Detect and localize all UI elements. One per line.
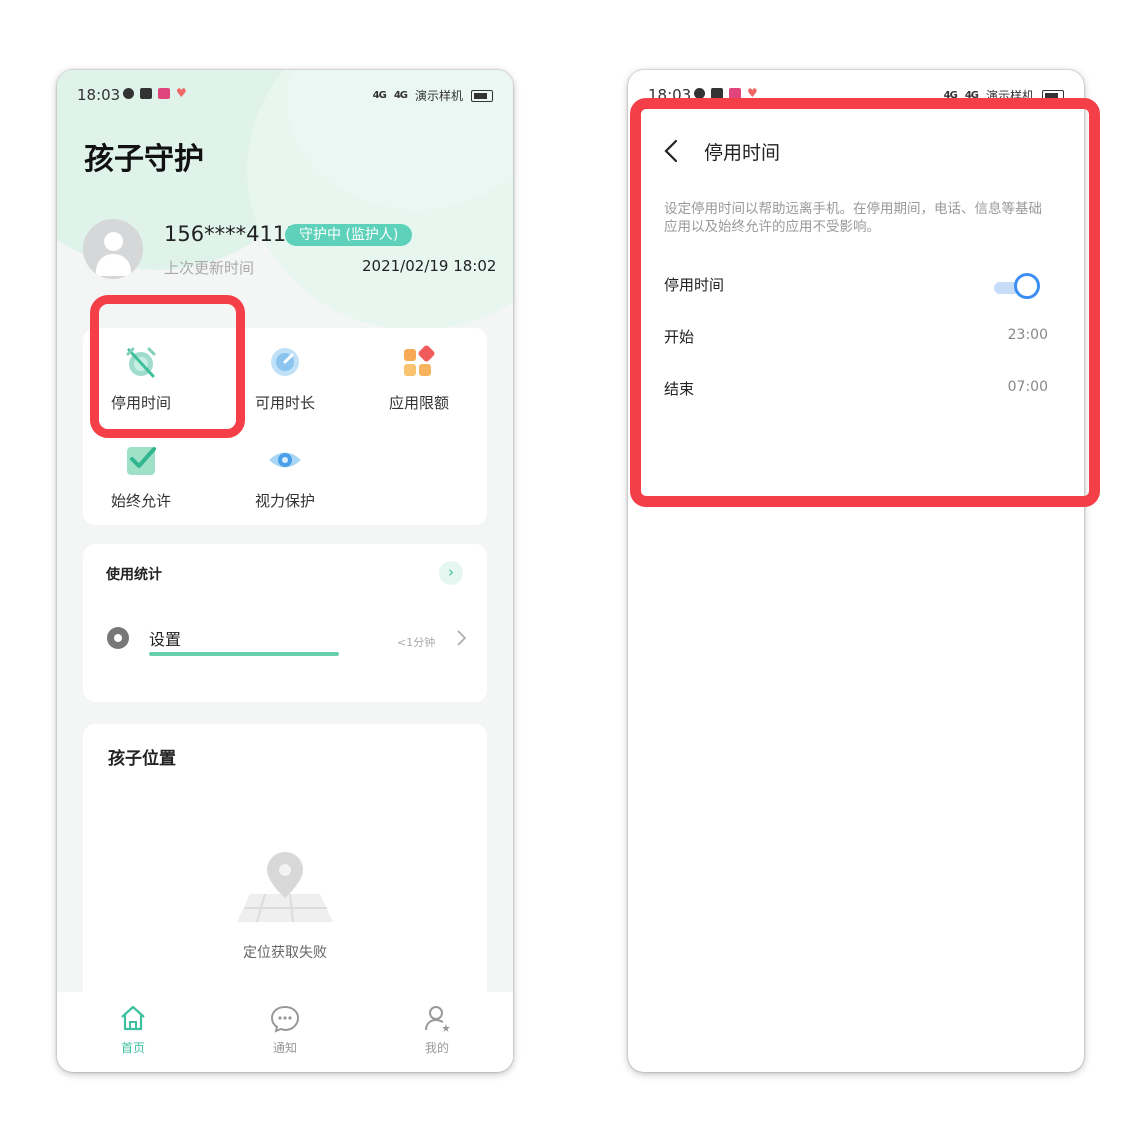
card-notification-icon (140, 88, 152, 99)
heart-notification-icon: ♥ (176, 86, 187, 100)
status-time: 18:03 (77, 86, 121, 104)
status-bar: 18:03 ♥ 4G 4G 演示样机 (77, 86, 493, 106)
home-screen: 18:03 ♥ 4G 4G 演示样机 孩子守护 156****4111 守护中 … (57, 70, 513, 1072)
function-available-time[interactable]: 可用时长 (235, 344, 335, 413)
tab-home[interactable]: 首页 (93, 1002, 173, 1056)
highlight-box (90, 295, 245, 438)
message-notification-icon (123, 88, 134, 99)
child-phone-number: 156****4111 (164, 222, 300, 246)
carrier-label: 演示样机 (414, 89, 463, 103)
function-eye-protection[interactable]: 视力保护 (235, 442, 335, 511)
function-label: 可用时长 (254, 394, 315, 412)
function-always-allow[interactable]: 始终允许 (91, 442, 191, 511)
eye-icon (269, 452, 301, 468)
function-app-limit[interactable]: 应用限额 (369, 344, 469, 413)
chat-icon (270, 1005, 300, 1033)
highlight-box (630, 98, 1100, 507)
battery-icon (471, 89, 493, 102)
app-limit-icon (404, 345, 435, 376)
tab-label: 首页 (120, 1041, 145, 1055)
usage-stats-title: 使用统计 (106, 567, 162, 583)
chevron-right-icon[interactable]: › (439, 561, 463, 585)
page-title: 孩子守护 (84, 142, 204, 177)
avatar[interactable] (83, 219, 143, 279)
check-icon (127, 447, 156, 475)
tab-profile[interactable]: 我的 (397, 1002, 477, 1056)
bottom-tab-bar: 首页 通知 我的 (57, 992, 513, 1072)
user-icon (425, 1006, 450, 1032)
signal-icon: 4G (372, 90, 387, 101)
gear-icon (107, 627, 129, 649)
function-label: 视力保护 (254, 492, 315, 510)
home-icon (121, 1005, 145, 1031)
tab-label: 我的 (424, 1041, 449, 1055)
function-label: 应用限额 (388, 394, 449, 412)
last-update-label: 上次更新时间 (164, 259, 255, 277)
location-card: 孩子位置 定位获取失败 (83, 724, 487, 1024)
status-badge: 守护中 (监护人) (285, 224, 413, 246)
chevron-right-icon[interactable] (451, 628, 471, 648)
usage-duration: <1分钟 (397, 636, 436, 649)
tab-label: 通知 (272, 1041, 297, 1055)
map-pin-icon (237, 852, 333, 923)
tab-notifications[interactable]: 通知 (245, 1002, 325, 1056)
timer-icon (271, 348, 299, 376)
app-notification-icon (158, 88, 170, 99)
usage-stats-card: 使用统计 › 设置 <1分钟 (83, 544, 487, 702)
function-label: 始终允许 (110, 492, 171, 510)
usage-progress-bar (149, 652, 339, 656)
location-error-message: 定位获取失败 (243, 945, 327, 961)
usage-app-name: 设置 (149, 630, 182, 649)
location-title: 孩子位置 (108, 749, 176, 769)
last-update-time: 2021/02/19 18:02 (362, 257, 497, 275)
signal-icon: 4G (393, 90, 408, 101)
